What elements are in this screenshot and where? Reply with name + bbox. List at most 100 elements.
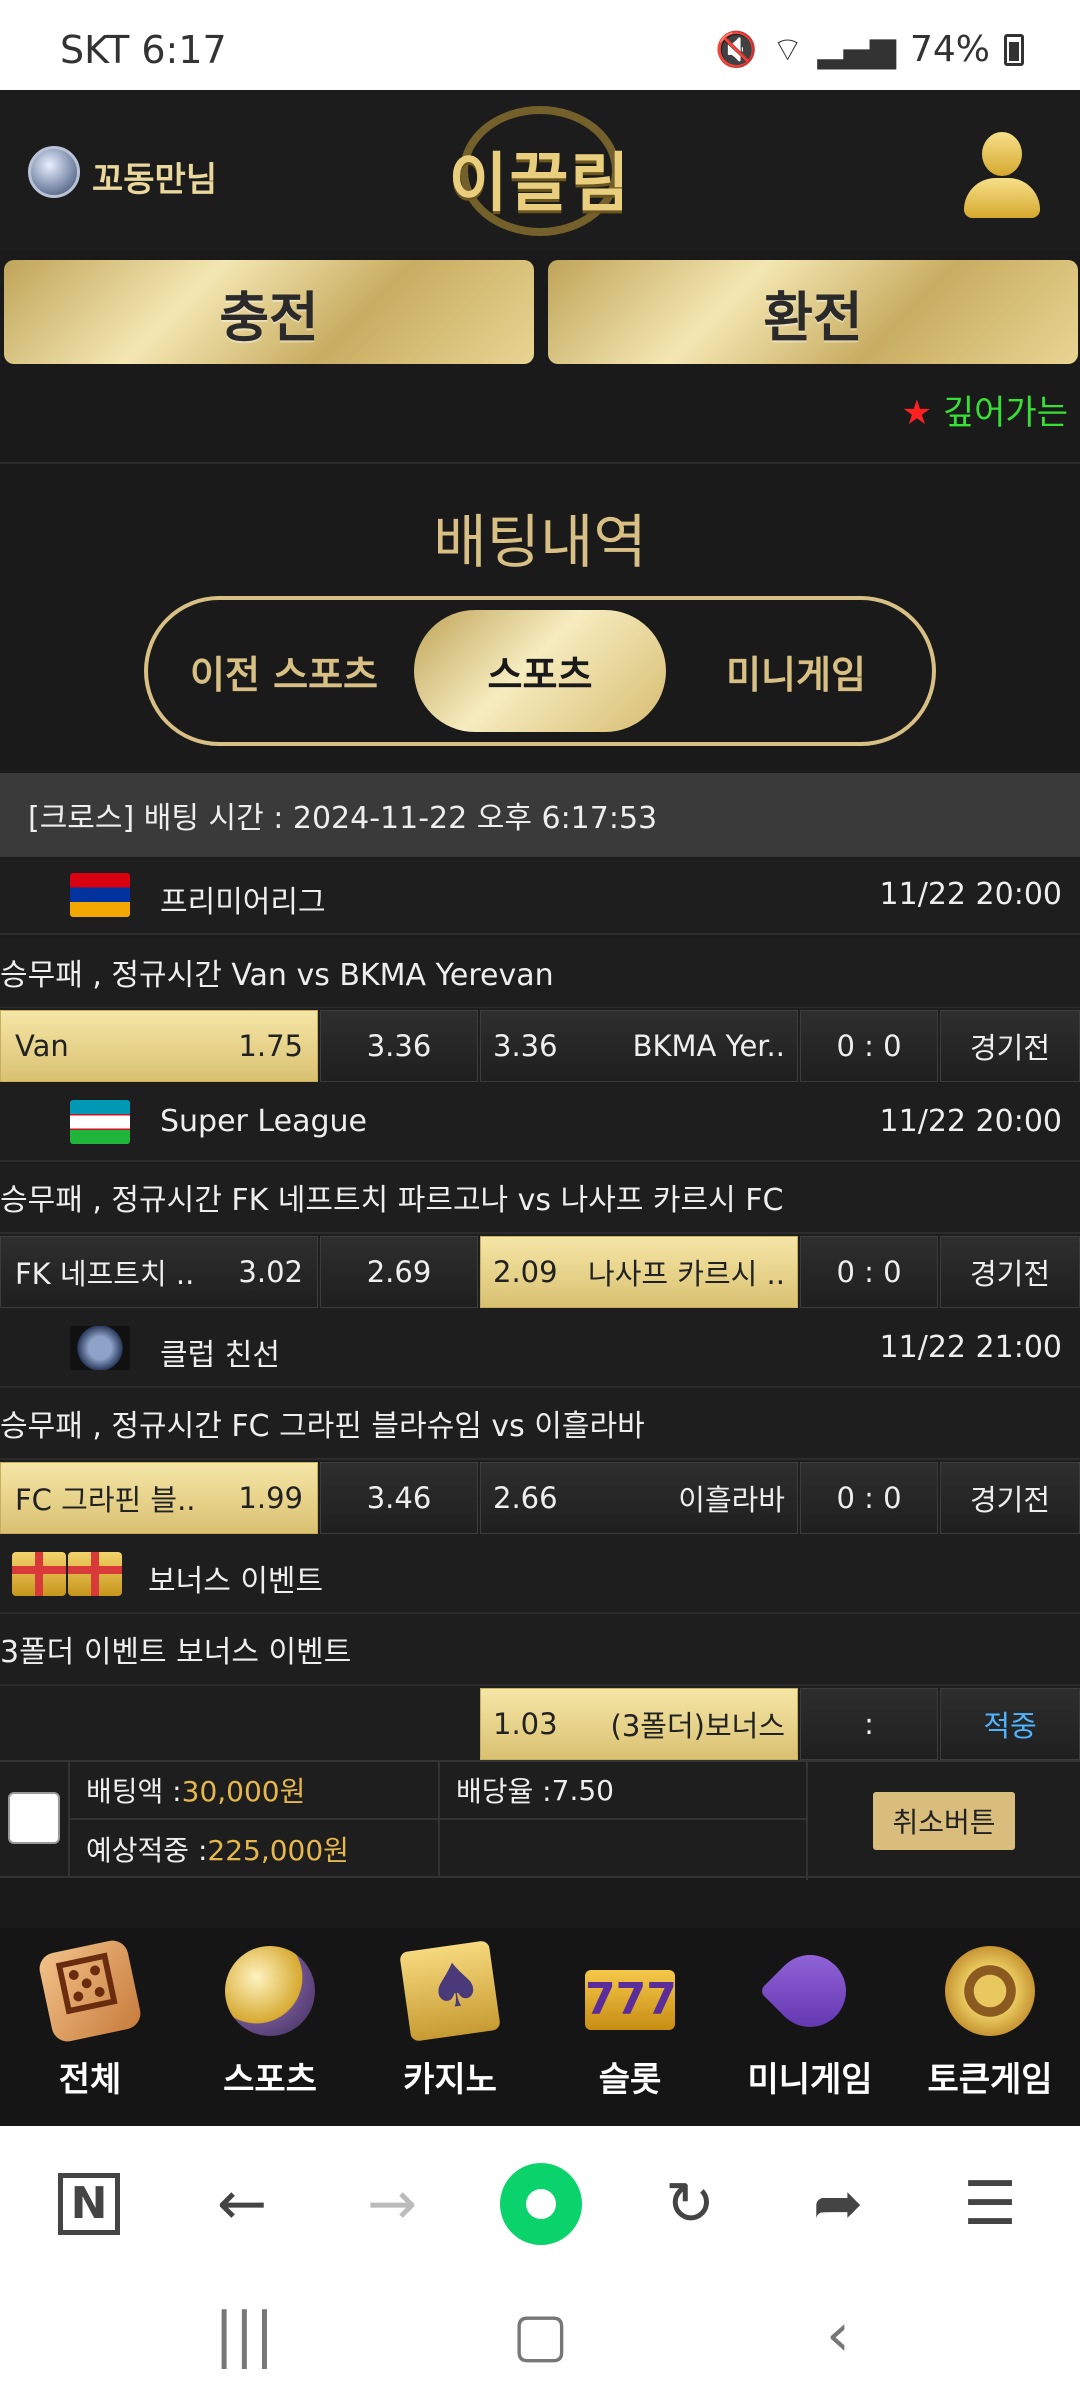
bonus-name: 보너스 이벤트 [148,1564,324,1599]
match-description: 승무패 , 정규시간 FC 그라핀 블라슈임 vs 이흘라바 [0,1388,1080,1460]
odds-row: Van 1.75 3.36 3.36 BKMA Yer.. 0 : 0 경기전 [0,1008,1080,1084]
score-cell: 0 : 0 [800,1236,938,1308]
share-icon[interactable]: ➦ [800,2166,876,2242]
league-row: 프리미어리그 11/22 20:00 [0,857,1080,935]
reload-icon[interactable]: ↻ [652,2166,728,2242]
mute-icon: 🔇 [715,29,758,70]
category-minigame[interactable]: 미니게임 [720,1928,900,2126]
category-all[interactable]: 전체 [0,1928,180,2126]
away-team: 이흘라바 [678,1483,785,1517]
match-description: 승무패 , 정규시간 FK 네프트치 파르고나 vs 나사프 카르시 FC [0,1162,1080,1234]
browser-toolbar: N ← → ↻ ➦ ☰ [0,2126,1080,2282]
site-header: 꼬동만님 이끌림 [0,90,1080,250]
logo-text: 이끌림 [448,147,632,221]
slot-777-icon: 777 [585,1970,677,2030]
tab-previous-sports[interactable]: 이전 스포츠 [158,610,410,732]
draw-odds-cell[interactable]: 2.69 [320,1236,478,1308]
system-back-icon[interactable]: ‹ [826,2300,850,2370]
away-odds-cell[interactable]: 3.36 BKMA Yer.. [480,1010,798,1082]
site-logo[interactable]: 이끌림 [440,102,640,242]
wifi-icon: ⌔ [771,30,804,70]
system-nav-bar: ||| ▢ ‹ [0,2282,1080,2400]
score-cell: 0 : 0 [800,1010,938,1082]
category-label: 스포츠 [223,2060,317,2100]
status-icons: 🔇 ⌔ ▂▄▆ 74% [715,28,1024,71]
signal-icon: ▂▄▆ [817,29,896,70]
category-casino[interactable]: 카지노 [360,1928,540,2126]
league-name: 프리미어리그 [160,885,326,920]
home-odds-cell[interactable]: FC 그라핀 블.. 1.99 [0,1462,318,1534]
gift-icon [12,1552,66,1596]
away-odds-cell[interactable]: 2.09 나사프 카르시 .. [480,1236,798,1308]
naver-n-icon[interactable]: N [58,2173,120,2235]
bonus-odds-row: 1.03 (3폴더)보너스 : 적중 [0,1686,1080,1762]
category-token-game[interactable]: 토큰게임 [900,1928,1080,2126]
menu-icon[interactable]: ☰ [952,2166,1028,2242]
match-date: 11/22 21:00 [879,1330,1062,1365]
bet-summary: 배팅액 : 30,000원 배당율 : 7.50 예상적중 : 225,000원… [0,1760,1080,1880]
user-icon-head [982,132,1022,176]
away-odds-cell[interactable]: 2.66 이흘라바 [480,1462,798,1534]
home-odds-cell[interactable]: FK 네프트치 .. 3.02 [0,1236,318,1308]
recents-icon[interactable]: ||| [214,2300,275,2370]
bonus-label: (3폴더)보너스 [610,1709,785,1743]
category-nav: 전체 스포츠 카지노 777 슬롯 미니게임 토큰게임 [0,1928,1080,2126]
exchange-button[interactable]: 환전 [548,260,1078,364]
bonus-row: 보너스 이벤트 [0,1536,1080,1614]
divider [0,462,1080,464]
league-name: Super League [160,1104,367,1139]
select-checkbox[interactable] [8,1792,60,1844]
bonus-description: 3폴더 이벤트 보너스 이벤트 [0,1614,1080,1686]
odds-rate-value: 7.50 [551,1773,614,1807]
charge-button[interactable]: 충전 [4,260,534,364]
bet-amount: 배팅액 : 30,000원 [68,1762,438,1820]
league-name: 클럽 친선 [160,1338,280,1373]
home-team: FK 네프트치 .. [15,1257,195,1291]
away-odds: 3.36 [493,1029,558,1063]
battery-icon [1004,33,1024,66]
league-row: Super League 11/22 20:00 [0,1084,1080,1162]
score-cell: : [800,1688,938,1760]
uzbekistan-flag-icon [70,1100,130,1144]
summary-empty-cell [438,1820,808,1878]
home-odds: 1.99 [238,1481,303,1515]
home-team: Van [15,1029,69,1063]
home-odds-cell[interactable]: Van 1.75 [0,1010,318,1082]
bonus-odds: 1.03 [493,1707,558,1741]
home-team: FC 그라핀 블.. [15,1483,196,1517]
category-sports[interactable]: 스포츠 [180,1928,360,2126]
app-screen: SKT 6:17 🔇 ⌔ ▂▄▆ 74% 꼬동만님 이끌림 충전 환전 ★ 깊어… [0,0,1080,2400]
status-bar: SKT 6:17 🔇 ⌔ ▂▄▆ 74% [0,0,1080,90]
home-icon[interactable]: ▢ [512,2300,569,2370]
category-slot[interactable]: 777 슬롯 [540,1928,720,2126]
forward-arrow-icon[interactable]: → [354,2166,430,2242]
green-circle-icon[interactable] [500,2163,582,2245]
bet-time-header: [크로스] 배팅 시간 : 2024-11-22 오후 6:17:53 [0,773,1080,857]
user-icon[interactable] [964,132,1040,218]
draw-odds-cell[interactable]: 3.36 [320,1010,478,1082]
league-row: 클럽 친선 11/22 21:00 [0,1310,1080,1388]
world-flag-icon [70,1326,130,1370]
battery-percent: 74% [909,29,990,70]
user-nickname[interactable]: 꼬동만님 [92,152,217,201]
match-status: 경기전 [940,1462,1080,1534]
category-label: 미니게임 [747,2060,873,2100]
star-icon: ★ [901,393,933,433]
tab-sports[interactable]: 스포츠 [414,610,666,732]
category-label: 슬롯 [598,2060,662,2100]
expected-win-value: 225,000원 [207,1834,349,1867]
soccer-ball-icon [225,1946,315,2036]
gift-icon [68,1552,122,1596]
back-arrow-icon[interactable]: ← [204,2166,280,2242]
away-odds: 2.66 [493,1481,558,1515]
cancel-button[interactable]: 취소버튼 [873,1792,1015,1850]
odds-row: FC 그라핀 블.. 1.99 3.46 2.66 이흘라바 0 : 0 경기전 [0,1460,1080,1536]
draw-odds-cell[interactable]: 3.46 [320,1462,478,1534]
bonus-odds-cell: 1.03 (3폴더)보너스 [480,1688,798,1760]
status-time: SKT 6:17 [60,28,227,72]
odds-row: FK 네프트치 .. 3.02 2.69 2.09 나사프 카르시 .. 0 :… [0,1234,1080,1310]
tab-minigame[interactable]: 미니게임 [670,610,922,732]
category-label: 토큰게임 [927,2060,1053,2100]
roulette-icon [945,1946,1035,2036]
notice-text: 깊어가는 [942,393,1068,433]
